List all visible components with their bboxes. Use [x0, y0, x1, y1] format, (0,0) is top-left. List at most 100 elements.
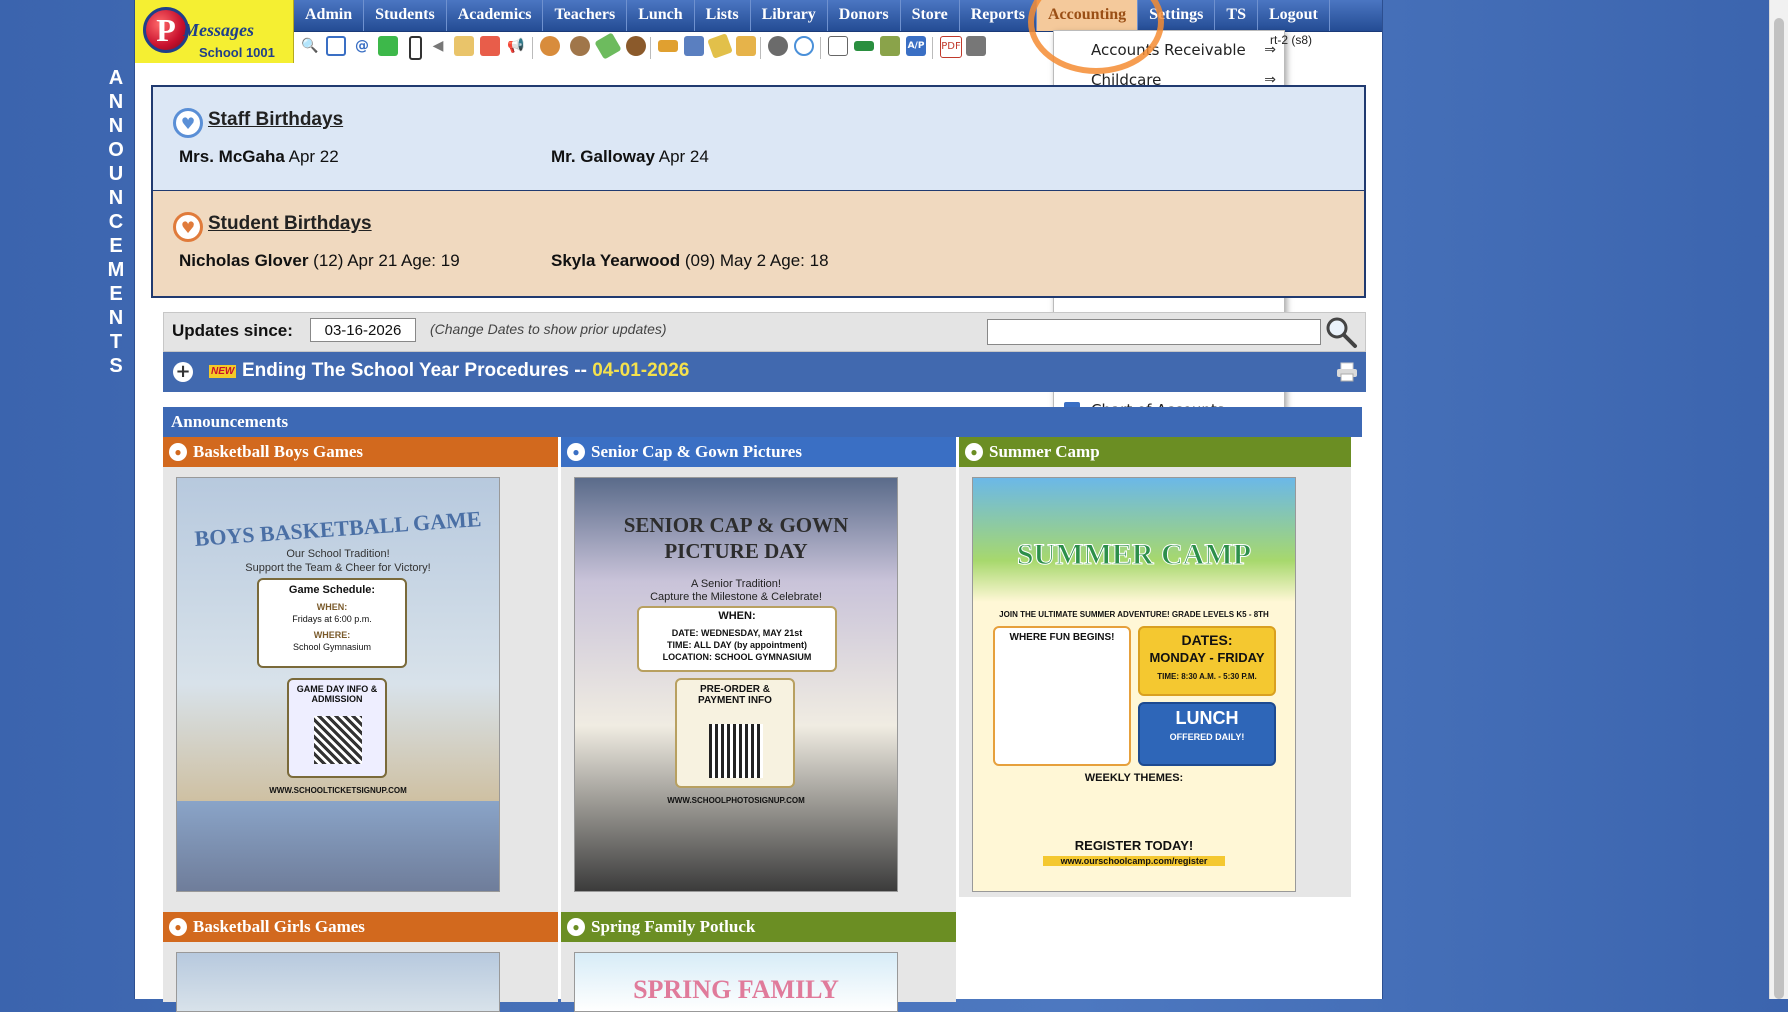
group-icon[interactable]: [626, 36, 646, 56]
announcement-card: ● Senior Cap & Gown Pictures SENIOR CAP …: [561, 437, 956, 947]
calendar-grid-icon[interactable]: [326, 36, 346, 56]
logo-school: School 1001: [199, 45, 275, 60]
pdf-icon[interactable]: PDF: [940, 36, 962, 58]
student-birthdays-title[interactable]: Student Birthdays: [208, 213, 372, 235]
menu-item-accounts-receivable[interactable]: Accounts Receivable ⇒: [1054, 37, 1284, 63]
poster-team-illustration: [177, 801, 499, 891]
nav-library[interactable]: Library: [751, 0, 828, 31]
poster-when-box: WHEN: DATE: WEDNESDAY, MAY 21st TIME: AL…: [637, 606, 837, 672]
nav-settings[interactable]: Settings: [1138, 0, 1216, 31]
poster-text: TIME: ALL DAY (by appointment): [666, 640, 807, 650]
announcements-header: Announcements: [163, 407, 1362, 437]
lunch-icon[interactable]: [658, 40, 678, 52]
print-icon[interactable]: [1336, 362, 1358, 382]
qr-code-icon: [709, 724, 763, 778]
announcement-icon: ●: [169, 443, 187, 461]
session-status-text: rt-2 (s8): [1270, 33, 1312, 47]
report-icon[interactable]: [828, 36, 848, 56]
nav-academics[interactable]: Academics: [447, 0, 544, 31]
spring-potluck-poster[interactable]: SPRING FAMILY: [574, 952, 898, 1012]
girls-basketball-poster[interactable]: [176, 952, 500, 1012]
poster-subtitle: Capture the Milestone & Celebrate!: [650, 591, 822, 603]
poster-text: LOCATION: SCHOOL GYMNASIUM: [662, 652, 812, 662]
poster-text: PRE-ORDER & PAYMENT INFO: [698, 684, 772, 706]
announcement-card-body: SPRING FAMILY: [561, 942, 956, 1012]
app-logo[interactable]: P Messages School 1001: [135, 0, 294, 63]
nav-lunch[interactable]: Lunch: [627, 0, 695, 31]
scrollbar-thumb[interactable]: [1774, 18, 1784, 999]
staff-birthday-entry: Mr. Galloway Apr 24: [551, 147, 709, 166]
announcement-card-title[interactable]: ● Spring Family Potluck: [561, 912, 956, 942]
nav-admin[interactable]: Admin: [294, 0, 365, 31]
procedure-announcement-bar[interactable]: + NEW Ending The School Year Procedures …: [163, 352, 1366, 392]
megaphone-icon[interactable]: 📢: [506, 36, 526, 56]
announcement-card-title[interactable]: ● Basketball Girls Games: [163, 912, 558, 942]
page-scrollbar[interactable]: [1769, 0, 1788, 999]
calendar-icon[interactable]: [480, 36, 500, 56]
birthday-cake-icon: ♥: [173, 212, 203, 242]
printer-icon[interactable]: [966, 36, 986, 56]
nav-accounting[interactable]: Accounting: [1036, 0, 1139, 31]
search-icon[interactable]: [1324, 315, 1358, 349]
ap-icon[interactable]: A/P: [906, 36, 926, 56]
announcement-card-title[interactable]: ● Senior Cap & Gown Pictures: [561, 437, 956, 467]
poster-url: www.ourschoolcamp.com/register: [1043, 856, 1225, 866]
nav-teachers[interactable]: Teachers: [543, 0, 628, 31]
person-brown-icon[interactable]: [570, 36, 590, 56]
search-icon[interactable]: 🔍: [300, 36, 320, 56]
poster-url: WWW.SCHOOLTICKETSIGNUP.COM: [269, 786, 407, 795]
email-icon[interactable]: @: [352, 36, 372, 56]
boys-basketball-poster[interactable]: BOYS BASKETBALL GAME Our School Traditio…: [176, 477, 500, 892]
export-icon[interactable]: [736, 36, 756, 56]
poster-text: DATE: WEDNESDAY, MAY 21st: [671, 628, 803, 638]
speaker-icon[interactable]: ◀: [428, 36, 448, 56]
book-icon[interactable]: [684, 36, 704, 56]
banner-letter: N: [108, 187, 124, 209]
notes-icon[interactable]: [454, 36, 474, 56]
announcement-icon: ●: [567, 443, 585, 461]
summer-camp-poster[interactable]: SUMMER CAMP JOIN THE ULTIMATE SUMMER ADV…: [972, 477, 1296, 892]
announcement-card-title[interactable]: ● Basketball Boys Games: [163, 437, 558, 467]
announcement-card-body: SENIOR CAP & GOWN PICTURE DAY A Senior T…: [561, 467, 956, 947]
updates-since-date-input[interactable]: 03-16-2026: [310, 318, 416, 342]
phone-icon[interactable]: [409, 36, 422, 60]
poster-subtitle: JOIN THE ULTIMATE SUMMER ADVENTURE! GRAD…: [999, 610, 1269, 619]
poster-activities-box: WHERE FUN BEGINS!: [993, 626, 1131, 766]
announcement-card-title[interactable]: ● Summer Camp: [959, 437, 1351, 467]
updates-hint: (Change Dates to show prior updates): [430, 321, 667, 337]
senior-picture-poster[interactable]: SENIOR CAP & GOWN PICTURE DAY A Senior T…: [574, 477, 898, 892]
register-machine-icon[interactable]: [880, 36, 900, 56]
announcement-card-body: SUMMER CAMP JOIN THE ULTIMATE SUMMER ADV…: [959, 467, 1351, 897]
nav-ts[interactable]: TS: [1215, 0, 1258, 31]
nav-reports[interactable]: Reports: [960, 0, 1037, 31]
poster-lunch-box: LUNCH OFFERED DAILY!: [1138, 702, 1276, 766]
nav-students[interactable]: Students: [364, 0, 447, 31]
nav-donors[interactable]: Donors: [828, 0, 901, 31]
poster-text: TIME: 8:30 A.M. - 5:30 P.M.: [1157, 672, 1257, 681]
poster-schedule-box: Game Schedule: WHEN: Fridays at 6:00 p.m…: [257, 578, 407, 668]
ticket-icon[interactable]: [594, 32, 622, 60]
staff-birthdays-title[interactable]: Staff Birthdays: [208, 109, 343, 131]
announcement-icon: ●: [965, 443, 983, 461]
poster-text: LUNCH: [1175, 708, 1239, 728]
banner-letter: C: [108, 211, 124, 233]
nav-logout[interactable]: Logout: [1258, 0, 1330, 31]
poster-title: SENIOR CAP & GOWN PICTURE DAY: [623, 513, 849, 563]
announcement-card-body: BOYS BASKETBALL GAME Our School Traditio…: [163, 467, 558, 947]
person-orange-icon[interactable]: [540, 36, 560, 56]
money-icon[interactable]: [854, 41, 874, 51]
announcement-card: ● Basketball Girls Games: [163, 912, 558, 1012]
chat-icon[interactable]: [378, 36, 398, 56]
procedure-title[interactable]: Ending The School Year Procedures -- 04-…: [242, 360, 689, 382]
poster-title: BOYS BASKETBALL GAME: [193, 506, 483, 551]
nav-lists[interactable]: Lists: [695, 0, 751, 31]
search-input[interactable]: [987, 319, 1321, 345]
nav-store[interactable]: Store: [901, 0, 960, 31]
banner-letter: S: [109, 355, 123, 377]
tag-icon[interactable]: [707, 33, 733, 59]
banner-letter: T: [109, 331, 123, 353]
clock-icon[interactable]: [794, 36, 814, 56]
staff-birthdays-panel: ♥ Staff Birthdays Mrs. McGaha Apr 22 Mr.…: [151, 85, 1366, 192]
expand-plus-icon[interactable]: +: [173, 362, 193, 382]
user-icon[interactable]: [768, 36, 788, 56]
